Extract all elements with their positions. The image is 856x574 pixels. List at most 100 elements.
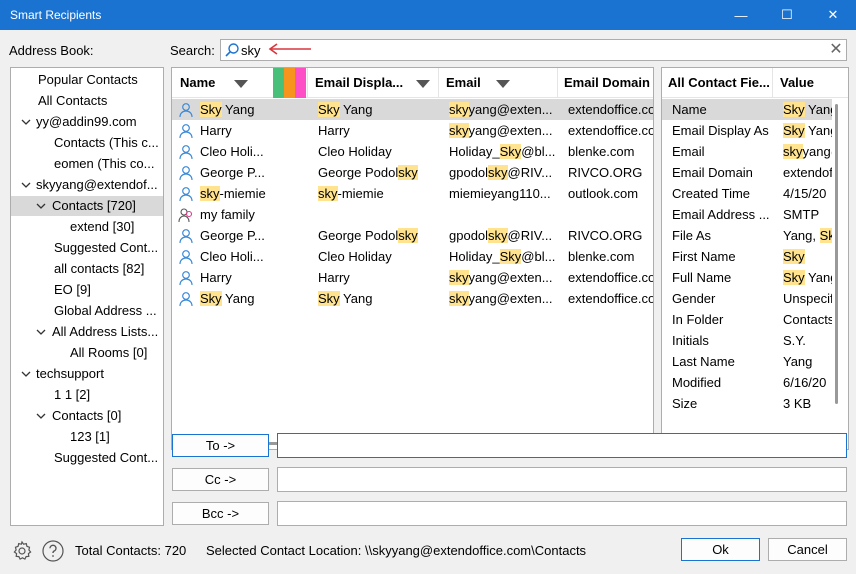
property-row[interactable]: First Name Sky xyxy=(662,246,832,267)
tree-item[interactable]: Suggested Cont... xyxy=(11,238,163,258)
column-header-email-domain[interactable]: Email Domain xyxy=(564,68,653,98)
table-row[interactable]: my family xyxy=(172,204,653,225)
table-row[interactable]: Cleo Holi... Cleo Holiday Holiday_Sky@bl..… xyxy=(172,141,653,162)
contact-properties-pane[interactable]: All Contact Fie... Value NameSky YangEma… xyxy=(661,67,849,450)
close-button[interactable]: ✕ xyxy=(810,0,856,30)
property-field: Size xyxy=(672,396,698,411)
help-icon[interactable] xyxy=(41,539,65,563)
property-row[interactable]: File As Yang, Sky xyxy=(662,225,832,246)
search-highlight: sky xyxy=(398,165,418,180)
property-row[interactable]: Created Time 4/15/20 xyxy=(662,183,832,204)
tree-item-label: Contacts [0] xyxy=(52,408,122,423)
cell-display: Cleo Holiday xyxy=(318,246,434,267)
search-highlight: Sky xyxy=(200,102,222,117)
property-row[interactable]: Last Name Yang xyxy=(662,351,832,372)
tree-item[interactable]: Contacts (This c... xyxy=(11,133,163,153)
contacts-grid[interactable]: Name Email Displa... Email Email Domain … xyxy=(171,67,654,450)
property-row[interactable]: Size 3 KB xyxy=(662,393,832,411)
vertical-scrollbar[interactable] xyxy=(835,104,838,404)
category-color-icon[interactable] xyxy=(273,68,306,98)
maximize-button[interactable]: ☐ xyxy=(764,0,810,30)
property-row[interactable]: Email Address ... SMTP xyxy=(662,204,832,225)
tree-item[interactable]: Suggested Cont... xyxy=(11,448,163,468)
property-row[interactable]: Email skyyang@ xyxy=(662,141,832,162)
bcc-button[interactable]: Bcc -> xyxy=(172,502,269,525)
tree-item-label: EO [9] xyxy=(54,282,91,297)
tree-item[interactable]: Contacts [720] xyxy=(11,196,163,216)
table-row[interactable]: sky-miemie sky-miemie miemieyang110... outl… xyxy=(172,183,653,204)
chevron-down-icon[interactable] xyxy=(496,80,510,88)
text-segment: Cleo Holiday xyxy=(318,249,392,264)
cell-domain: extendoffice.com xyxy=(568,270,653,285)
minimize-button[interactable]: — xyxy=(718,0,764,30)
text-segment: 6/16/20 xyxy=(783,375,827,390)
ok-button[interactable]: Ok xyxy=(681,538,760,561)
table-row[interactable]: Sky Yang Sky Yang skyyang@exten... extendof… xyxy=(172,288,653,309)
chevron-down-icon[interactable] xyxy=(21,175,31,195)
property-row[interactable]: Name Sky Yang xyxy=(662,99,832,120)
property-row[interactable]: Email Display As Sky Yang xyxy=(662,120,832,141)
property-row[interactable]: Modified 6/16/20 xyxy=(662,372,832,393)
tree-item[interactable]: yy@addin99.com xyxy=(11,112,163,132)
property-row[interactable]: Gender Unspecified xyxy=(662,288,832,309)
tree-item[interactable]: Popular Contacts xyxy=(11,70,163,90)
tree-item[interactable]: All Rooms [0] xyxy=(11,343,163,363)
tree-item[interactable]: 1 1 [2] xyxy=(11,385,163,405)
column-header-field[interactable]: All Contact Fie... xyxy=(668,68,772,98)
search-highlight: sky xyxy=(449,291,469,306)
clear-search-icon[interactable]: ✕ xyxy=(828,41,844,59)
tree-item[interactable]: All Contacts xyxy=(11,91,163,111)
tree-item[interactable]: eomen (This co... xyxy=(11,154,163,174)
tree-item[interactable]: all contacts [82] xyxy=(11,259,163,279)
cc-button[interactable]: Cc -> xyxy=(172,468,269,491)
chevron-down-icon[interactable] xyxy=(36,406,46,426)
property-row[interactable]: Email Domain extendoffice.com xyxy=(662,162,832,183)
table-row[interactable]: George P... George Podolsky gpodolsky@RIV.… xyxy=(172,225,653,246)
tree-item-label: 1 1 [2] xyxy=(54,387,91,402)
tree-item-label: All Rooms [0] xyxy=(70,345,148,360)
chevron-down-icon[interactable] xyxy=(36,196,46,216)
tree-item[interactable]: Contacts [0] xyxy=(11,406,163,426)
tree-item[interactable]: Global Address ... xyxy=(11,301,163,321)
chevron-down-icon[interactable] xyxy=(234,80,248,88)
tree-item[interactable]: skyyang@extendof... xyxy=(11,175,163,195)
tree-item[interactable]: 123 [1] xyxy=(11,427,163,447)
text-segment: gpodol xyxy=(449,165,489,180)
table-row[interactable]: Sky Yang Sky Yang skyyang@exten... extendof… xyxy=(172,99,653,120)
text-segment: George Podol xyxy=(318,228,399,243)
selected-location-label: Selected Contact Location: \\skyyang@ext… xyxy=(206,543,587,558)
tree-item[interactable]: extend [30] xyxy=(11,217,163,237)
cell-email xyxy=(449,204,555,225)
property-field: Modified xyxy=(672,375,722,390)
column-header-name[interactable]: Name xyxy=(180,68,240,98)
chevron-down-icon[interactable] xyxy=(416,80,430,88)
chevron-down-icon[interactable] xyxy=(21,364,31,384)
to-button[interactable]: To -> xyxy=(172,434,269,457)
bcc-field[interactable] xyxy=(277,501,847,526)
column-header-email-display[interactable]: Email Displa... xyxy=(315,68,415,98)
tree-item[interactable]: All Address Lists... xyxy=(11,322,163,342)
cell-display: Sky Yang xyxy=(318,288,434,309)
tree-item[interactable]: techsupport xyxy=(11,364,163,384)
search-input[interactable]: sky ✕ xyxy=(220,39,847,61)
chevron-down-icon[interactable] xyxy=(36,322,46,342)
cell-domain: RIVCO.ORG xyxy=(568,228,643,243)
table-row[interactable]: Cleo Holi... Cleo Holiday Holiday_Sky@bl..… xyxy=(172,246,653,267)
cc-field[interactable] xyxy=(277,467,847,492)
property-field: Initials xyxy=(672,333,709,348)
text-segment: @RIV... xyxy=(507,165,553,180)
property-row[interactable]: Initials S.Y. xyxy=(662,330,832,351)
chevron-down-icon[interactable] xyxy=(21,112,31,132)
tree-item[interactable]: EO [9] xyxy=(11,280,163,300)
gear-icon[interactable] xyxy=(10,539,34,563)
to-field[interactable] xyxy=(277,433,847,458)
table-row[interactable]: Harry Harry skyyang@exten... extendoffice.c… xyxy=(172,120,653,141)
address-book-tree[interactable]: Popular Contacts All Contacts yy@addin99.c… xyxy=(10,67,164,526)
property-row[interactable]: Full Name Sky Yang xyxy=(662,267,832,288)
property-row[interactable]: In Folder Contacts xyxy=(662,309,832,330)
table-row[interactable]: Harry Harry skyyang@exten... extendoffice.c… xyxy=(172,267,653,288)
cancel-button[interactable]: Cancel xyxy=(768,538,847,561)
column-header-value[interactable]: Value xyxy=(780,68,840,98)
cell-name: sky-miemie xyxy=(200,183,300,204)
table-row[interactable]: George P... George Podolsky gpodolsky@RIV.… xyxy=(172,162,653,183)
